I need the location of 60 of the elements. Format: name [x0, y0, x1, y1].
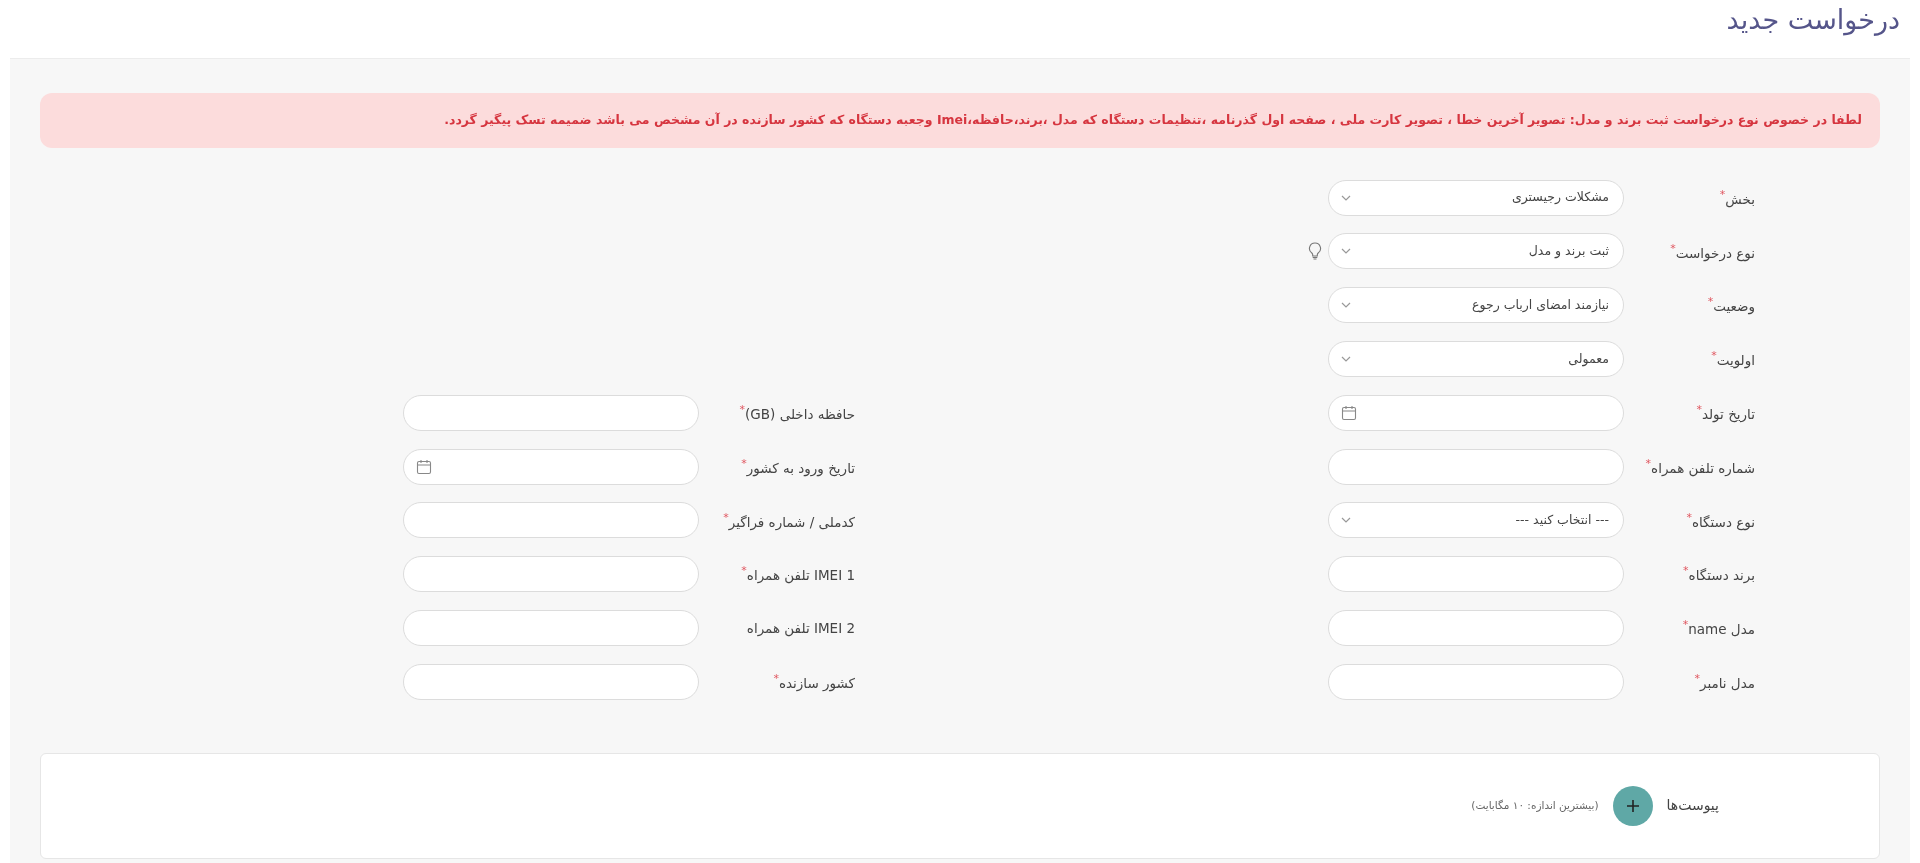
required-mark: *	[1686, 510, 1692, 524]
calendar-icon	[416, 458, 432, 475]
date-field[interactable]	[403, 448, 699, 485]
required-mark: *	[1682, 618, 1689, 632]
required-mark: *	[741, 456, 747, 470]
field-label: مدل نامبر	[1699, 674, 1755, 691]
field-label: تاریخ تولد	[1701, 405, 1755, 422]
chevron-down-icon	[1341, 194, 1351, 201]
chevron-down-icon	[1341, 248, 1351, 255]
field-label: وضعیت	[1713, 297, 1755, 314]
required-mark: *	[1694, 671, 1700, 685]
chevron-down-icon	[1341, 517, 1351, 524]
page-title: درخواست جدید	[1725, 3, 1901, 38]
dropdown-field[interactable]: معمولی	[1328, 341, 1624, 378]
dropdown-field[interactable]: نیازمند امضای ارباب رجوع	[1328, 287, 1624, 324]
input-field[interactable]	[403, 556, 699, 593]
calendar-icon	[1341, 404, 1357, 421]
input-field[interactable]	[403, 663, 699, 700]
field-label: کدملی / شماره فراگیر	[728, 513, 855, 530]
lightbulb-icon[interactable]	[1308, 242, 1322, 261]
required-mark: *	[1719, 187, 1726, 201]
field-label: کشور سازنده	[778, 674, 855, 691]
chevron-down-icon	[1341, 356, 1351, 363]
input-field[interactable]	[1328, 610, 1624, 646]
required-mark: *	[1670, 241, 1676, 255]
input-field[interactable]	[403, 502, 699, 539]
field-label: برند دستگاه	[1688, 566, 1755, 583]
field-label: بخش	[1725, 190, 1755, 207]
date-field[interactable]	[1328, 394, 1624, 431]
field-label: نوع درخواست	[1675, 244, 1755, 261]
input-field[interactable]	[1328, 663, 1624, 700]
input-field[interactable]	[1328, 448, 1624, 485]
add-attachment-button[interactable]	[1612, 785, 1653, 826]
input-field[interactable]	[403, 394, 699, 431]
input-field[interactable]	[1328, 556, 1624, 593]
field-label: مدل name	[1688, 620, 1755, 637]
required-mark: *	[739, 402, 746, 416]
chevron-down-icon	[1341, 302, 1351, 309]
required-mark: *	[741, 564, 747, 578]
required-mark: *	[723, 510, 729, 524]
field-label: حافظه داخلی (GB)	[745, 405, 855, 422]
dropdown-field[interactable]: مشکلات رجیستری	[1328, 179, 1624, 216]
required-mark: *	[1645, 456, 1652, 470]
required-mark: *	[773, 671, 779, 685]
required-mark: *	[1707, 295, 1714, 309]
field-label: IMEI 1 تلفن همراه	[746, 566, 855, 583]
size-limit-note: (بیشترین اندازه: ۱۰ مگابایت)	[1471, 797, 1599, 814]
field-label: شماره تلفن همراه	[1651, 459, 1755, 476]
required-mark: *	[1696, 402, 1702, 416]
field-label: نوع دستگاه	[1691, 513, 1755, 530]
field-label: تاریخ ورود به کشور	[746, 459, 855, 476]
dropdown-field[interactable]: --- انتخاب کنید ---	[1328, 502, 1624, 539]
plus-icon	[1625, 798, 1640, 813]
field-label: اولویت	[1716, 351, 1755, 368]
required-mark: *	[1683, 564, 1689, 578]
field-label: IMEI 2 تلفن همراه	[746, 619, 855, 636]
input-field[interactable]	[403, 610, 699, 646]
required-mark: *	[1711, 349, 1717, 363]
dropdown-field[interactable]: ثبت برند و مدل	[1328, 233, 1624, 270]
attachments-label: پیوست‌ها	[1666, 796, 1719, 816]
